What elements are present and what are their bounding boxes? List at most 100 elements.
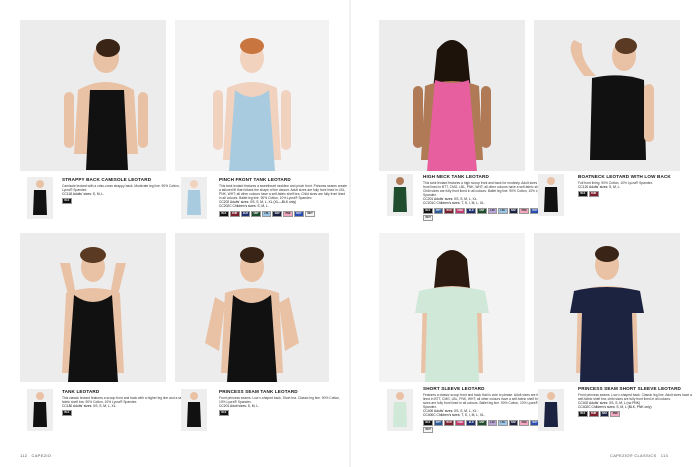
product-info: PINCH FRONT TANK LEOTARD This tank leota… bbox=[219, 177, 347, 217]
color-swatches: BLK bbox=[219, 410, 347, 417]
color-swatch: WHT bbox=[423, 426, 434, 433]
product-title: PINCH FRONT TANK LEOTARD bbox=[219, 177, 291, 182]
page-gutter bbox=[349, 0, 351, 467]
product-title: BOATNECK LEOTARD WITH LOW BACK bbox=[578, 174, 671, 179]
color-swatch: LAV bbox=[487, 207, 498, 214]
model-photo-front bbox=[175, 20, 329, 171]
product-photo bbox=[20, 233, 166, 382]
product-info: TANK LEOTARD This classic leotard featur… bbox=[62, 389, 190, 417]
color-swatch: LBL bbox=[261, 210, 272, 217]
color-swatch: LBL bbox=[498, 419, 508, 426]
color-swatch: NAV bbox=[508, 207, 519, 214]
color-swatch: BLK bbox=[423, 419, 433, 426]
color-swatch: BUR bbox=[588, 191, 599, 198]
color-swatch: BUR bbox=[229, 210, 240, 217]
product-photo bbox=[379, 233, 525, 382]
color-swatch: CMG bbox=[455, 207, 466, 214]
brand-name: CAPEZIO® CLASSICS bbox=[610, 453, 657, 458]
product-info: PRINCESS SEAM SHORT SLEEVE LEOTARD Front… bbox=[578, 386, 696, 418]
model-photo-front bbox=[534, 233, 680, 382]
color-swatch: HNT bbox=[251, 210, 261, 217]
model-photo-front bbox=[175, 233, 329, 382]
color-swatch: BLK bbox=[578, 411, 588, 418]
product-photo bbox=[379, 20, 525, 171]
product-thumbnail bbox=[538, 174, 564, 216]
product-thumbnail bbox=[27, 389, 53, 431]
product-sizes: CC201 Adults' sizes: XS, S, M, L, XL. CC… bbox=[423, 197, 485, 206]
product-description: Camisole leotard with a criss-cross stra… bbox=[62, 184, 188, 193]
color-swatches: BLK BUR NAV PNK bbox=[578, 411, 696, 418]
product-thumbnail bbox=[27, 177, 53, 219]
model-photo-front bbox=[379, 20, 525, 171]
color-swatch: BLK bbox=[219, 410, 229, 417]
product-sizes: CC201 Adult sizes: S, M, L. bbox=[219, 404, 260, 409]
product-description: This tank leotard features a high scoop … bbox=[423, 181, 550, 198]
color-swatch: CMG bbox=[455, 419, 466, 426]
product-thumbnail bbox=[387, 389, 413, 431]
color-swatch: BUR bbox=[444, 207, 455, 214]
product-sizes: CC180 Adults' sizes: XS, S, M, L, XL. bbox=[62, 404, 117, 409]
color-swatch: BLK bbox=[423, 207, 433, 214]
color-swatch: HNT bbox=[477, 207, 487, 214]
color-swatch: BTT bbox=[433, 207, 444, 214]
product-thumbnail bbox=[538, 389, 564, 431]
product-photo bbox=[534, 20, 680, 171]
product-sizes: CC202 Adults' sizes: XS, S, M, L, XL (XL… bbox=[219, 200, 297, 209]
product-title: HIGH NECK TANK LEOTARD bbox=[423, 174, 489, 179]
color-swatch: BLK bbox=[219, 210, 229, 217]
color-swatch: ELR bbox=[466, 207, 477, 214]
product-description: Front princess seams. Low v-shaped back.… bbox=[578, 393, 692, 402]
color-swatches: BLK BUR ELR HNT LBL NAV PNK ROY WHT bbox=[219, 210, 347, 217]
color-swatch: NAV bbox=[272, 210, 283, 217]
product-sizes: CC118 Adults' sizes: S, M, L. bbox=[62, 192, 105, 197]
footer-left: 112 CAPEZIO bbox=[20, 453, 51, 458]
model-photo-side bbox=[534, 20, 680, 171]
color-swatch: PNK bbox=[610, 411, 621, 418]
color-swatch: NAV bbox=[599, 411, 610, 418]
model-photo-front bbox=[379, 233, 525, 382]
product-description: This tank leotard features a sweetheart … bbox=[219, 184, 347, 201]
color-swatch: BLK bbox=[62, 198, 72, 205]
color-swatch: LAV bbox=[487, 419, 498, 426]
product-info: SHORT SLEEVE LEOTARD Features a classic … bbox=[423, 386, 551, 433]
color-swatch: WHT bbox=[423, 214, 434, 221]
product-thumbnail bbox=[181, 177, 207, 219]
color-swatch: BTT bbox=[433, 419, 444, 426]
product-photo bbox=[175, 20, 329, 171]
product-title: PRINCESS SEAM SHORT SLEEVE LEOTARD bbox=[578, 386, 682, 391]
brand-name: CAPEZIO bbox=[31, 453, 52, 458]
product-info: PRINCESS SEAM TANK LEOTARD Front princes… bbox=[219, 389, 347, 417]
footer-right: CAPEZIO® CLASSICS 113 bbox=[610, 453, 668, 458]
product-sizes: CC400 Adults' sizes: XS, S, M, L, XL. CC… bbox=[423, 409, 485, 418]
color-swatch: ELR bbox=[240, 210, 251, 217]
model-photo-front bbox=[20, 233, 166, 382]
color-swatch: BLK bbox=[62, 410, 72, 417]
page-number: 112 bbox=[20, 453, 28, 458]
product-description: Front princess seams. Low v-shaped back.… bbox=[219, 396, 340, 405]
product-sizes: CC120 Adults' sizes: S, M, L. bbox=[578, 185, 621, 190]
color-swatches: BLK bbox=[62, 410, 190, 417]
color-swatches: BLK BUR bbox=[578, 191, 696, 198]
color-swatch: ELR bbox=[466, 419, 477, 426]
model-photo-back bbox=[20, 20, 166, 171]
color-swatches: BLK BTT BUR CMG ELR HNT LAV LBL NAV PNK ROY WHT bbox=[423, 419, 551, 433]
color-swatches: BLK BTT BUR CMG ELR HNT LAV LBL NAV PNK ROY WHT bbox=[423, 207, 551, 221]
product-title: STRAPPY BACK CAMISOLE LEOTARD bbox=[62, 177, 152, 182]
page-number: 113 bbox=[660, 453, 669, 458]
product-info: STRAPPY BACK CAMISOLE LEOTARD Camisole l… bbox=[62, 177, 190, 205]
color-swatches: BLK bbox=[62, 198, 190, 205]
product-thumbnail bbox=[387, 174, 413, 216]
color-swatch: BUR bbox=[444, 419, 455, 426]
color-swatch: PNK bbox=[519, 207, 530, 214]
color-swatch: WHT bbox=[304, 210, 316, 217]
color-swatch: LBL bbox=[498, 207, 508, 214]
product-title: PRINCESS SEAM TANK LEOTARD bbox=[219, 389, 298, 394]
color-swatch: NAV bbox=[508, 419, 519, 426]
product-title: SHORT SLEEVE LEOTARD bbox=[423, 386, 485, 391]
product-description: This classic leotard features a scoop fr… bbox=[62, 396, 185, 405]
color-swatch: ROY bbox=[293, 210, 304, 217]
product-thumbnail bbox=[181, 389, 207, 431]
product-sizes: CC402 Adults' sizes: XS, S, M, L (no PNK… bbox=[578, 401, 652, 410]
product-photo bbox=[534, 233, 680, 382]
product-info: HIGH NECK TANK LEOTARD This tank leotard… bbox=[423, 174, 551, 221]
